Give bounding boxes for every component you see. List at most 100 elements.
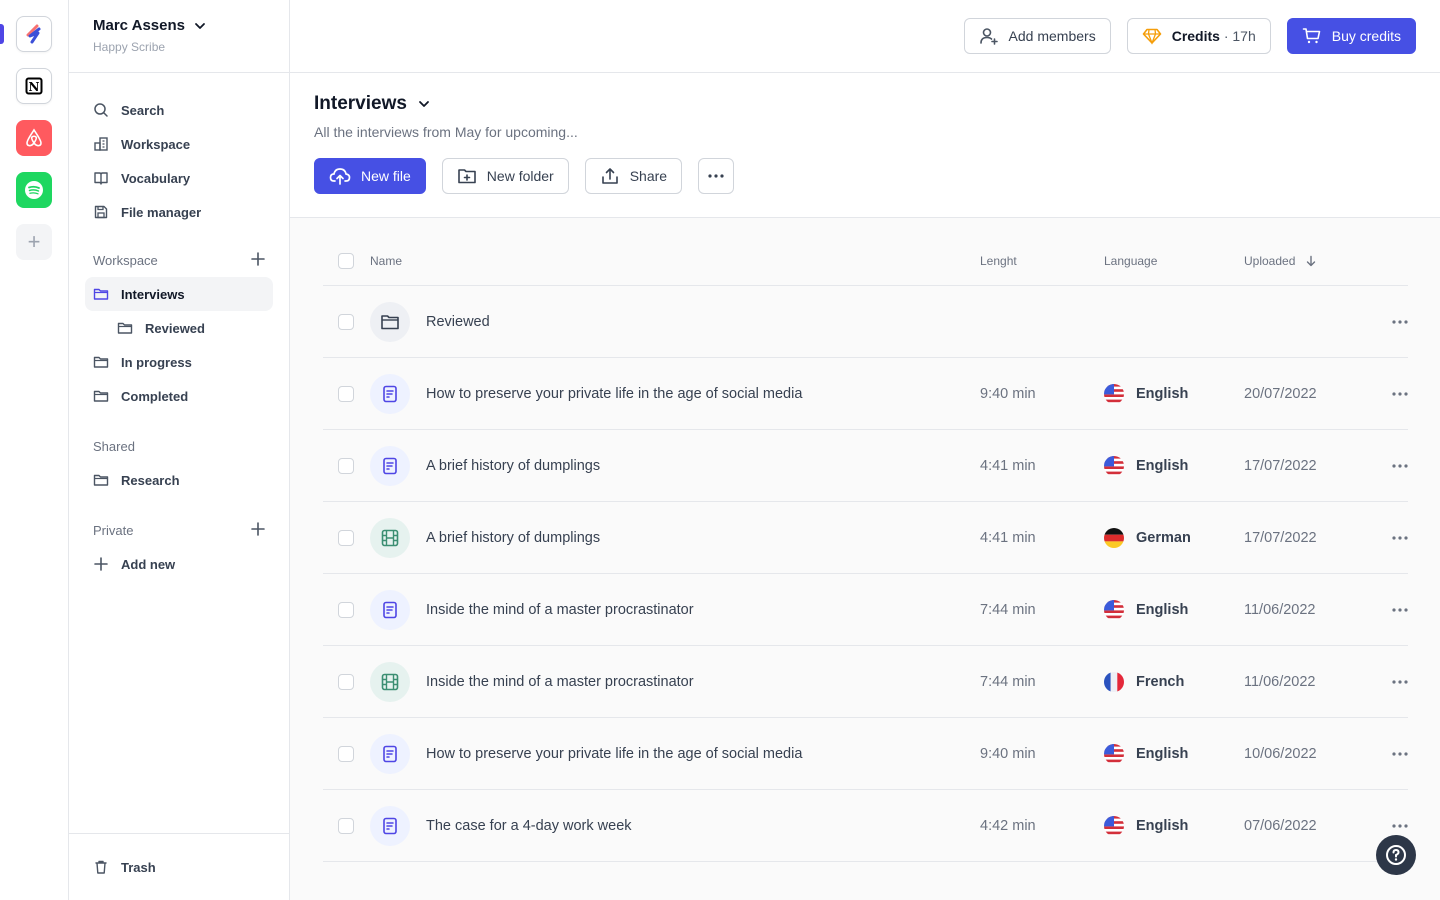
nav-file-manager[interactable]: File manager — [85, 195, 273, 229]
folder-research[interactable]: Research — [85, 463, 273, 497]
table-row[interactable]: Inside the mind of a master procrastinat… — [323, 646, 1408, 718]
row-more-button[interactable] — [1354, 535, 1408, 540]
video-icon — [370, 517, 410, 558]
svg-text:N: N — [29, 80, 40, 94]
folder-title-dropdown[interactable]: Interviews — [314, 93, 1440, 115]
user-name: Marc Assens — [93, 17, 185, 34]
folder-icon — [93, 354, 109, 370]
sidebar: Marc Assens Happy Scribe Search Workspac… — [69, 0, 290, 900]
app-spotify[interactable] — [16, 172, 52, 208]
app-happyscribe[interactable] — [16, 16, 52, 52]
nav-label: File manager — [121, 204, 202, 220]
row-more-button[interactable] — [1354, 751, 1408, 756]
cart-icon — [1302, 28, 1321, 44]
more-actions-button[interactable] — [698, 158, 735, 194]
row-name[interactable]: How to preserve your private life in the… — [426, 386, 802, 402]
add-new-button[interactable]: Add new — [85, 547, 273, 581]
nav-workspace[interactable]: Workspace — [85, 127, 273, 161]
add-workspace-folder-button[interactable] — [251, 250, 265, 271]
document-icon — [370, 733, 410, 774]
folder-label: Completed — [121, 388, 189, 404]
row-name[interactable]: A brief history of dumplings — [426, 530, 600, 546]
row-more-button[interactable] — [1354, 607, 1408, 612]
row-more-button[interactable] — [1354, 319, 1408, 324]
folder-icon — [93, 388, 109, 404]
buy-credits-button[interactable]: Buy credits — [1286, 18, 1416, 54]
nav-vocabulary[interactable]: Vocabulary — [85, 161, 273, 195]
add-app-button[interactable]: + — [16, 224, 52, 260]
row-checkbox[interactable] — [338, 601, 354, 618]
column-name[interactable]: Name — [370, 254, 980, 268]
document-icon — [370, 805, 410, 846]
private-section-header: Private — [85, 513, 273, 547]
folder-interviews[interactable]: Interviews — [85, 277, 273, 311]
cloud-upload-icon — [329, 168, 351, 185]
row-name[interactable]: Inside the mind of a master procrastinat… — [426, 674, 694, 690]
row-checkbox[interactable] — [338, 385, 354, 402]
folder-reviewed[interactable]: Reviewed — [85, 311, 273, 345]
row-uploaded: 11/06/2022 — [1244, 601, 1316, 618]
share-button[interactable]: Share — [584, 158, 683, 194]
row-checkbox[interactable] — [338, 673, 354, 690]
row-checkbox[interactable] — [338, 529, 354, 546]
row-checkbox[interactable] — [338, 817, 354, 834]
folder-header: Interviews All the interviews from May f… — [290, 73, 1440, 218]
row-name[interactable]: A brief history of dumplings — [426, 458, 600, 474]
row-more-button[interactable] — [1354, 679, 1408, 684]
app-airbnb[interactable] — [16, 120, 52, 156]
nav-search[interactable]: Search — [85, 93, 273, 127]
column-language[interactable]: Language — [1104, 254, 1244, 268]
new-file-button[interactable]: New file — [314, 158, 426, 194]
row-checkbox[interactable] — [338, 457, 354, 474]
table-row[interactable]: Inside the mind of a master procrastinat… — [323, 574, 1408, 646]
column-length[interactable]: Lenght — [980, 254, 1104, 268]
row-more-button[interactable] — [1354, 463, 1408, 468]
table-row[interactable]: How to preserve your private life in the… — [323, 358, 1408, 430]
help-button[interactable] — [1376, 835, 1416, 875]
row-length: 7:44 min — [980, 601, 1036, 618]
row-name[interactable]: The case for a 4-day work week — [426, 818, 632, 834]
spotify-logo-icon — [25, 181, 43, 199]
row-language: German — [1136, 529, 1191, 546]
document-icon — [370, 589, 410, 630]
row-name[interactable]: Inside the mind of a master procrastinat… — [426, 602, 694, 618]
add-private-folder-button[interactable] — [251, 520, 265, 541]
row-uploaded: 20/07/2022 — [1244, 385, 1317, 402]
new-folder-button[interactable]: New folder — [441, 158, 569, 194]
row-name[interactable]: Reviewed — [426, 314, 490, 330]
row-more-button[interactable] — [1354, 391, 1408, 396]
table-row[interactable]: A brief history of dumplings 4:41 min En… — [323, 430, 1408, 502]
add-members-button[interactable]: Add members — [963, 18, 1111, 54]
org-name: Happy Scribe — [93, 40, 166, 54]
add-members-label: Add members — [1008, 28, 1096, 44]
table-row[interactable]: The case for a 4-day work week 4:42 min … — [323, 790, 1408, 862]
column-uploaded[interactable]: Uploaded — [1244, 254, 1354, 268]
more-horizontal-icon — [1392, 319, 1408, 324]
share-label: Share — [629, 168, 668, 184]
app-notion[interactable]: N — [16, 68, 52, 104]
nav-trash[interactable]: Trash — [85, 850, 273, 884]
credits-button[interactable]: Credits · 17h — [1126, 18, 1271, 54]
section-title: Private — [93, 522, 134, 538]
folder-in-progress[interactable]: In progress — [85, 345, 273, 379]
folder-label: Reviewed — [145, 320, 205, 336]
folder-completed[interactable]: Completed — [85, 379, 273, 413]
plus-icon — [251, 251, 265, 266]
folder-description: All the interviews from May for upcoming… — [314, 124, 578, 140]
notion-logo-icon: N — [25, 77, 43, 95]
table-row[interactable]: How to preserve your private life in the… — [323, 718, 1408, 790]
user-plus-icon — [979, 28, 998, 45]
row-checkbox[interactable] — [338, 745, 354, 762]
row-checkbox[interactable] — [338, 313, 354, 330]
row-name[interactable]: How to preserve your private life in the… — [426, 746, 802, 762]
credits-value: · 17h — [1223, 28, 1256, 44]
select-all-checkbox[interactable] — [338, 252, 354, 269]
nav-label: Workspace — [121, 136, 191, 152]
folder-label: Research — [121, 472, 180, 488]
section-title: Workspace — [93, 252, 158, 268]
table-row[interactable]: A brief history of dumplings 4:41 min Ge… — [323, 502, 1408, 574]
table-row[interactable]: Reviewed — [323, 286, 1408, 358]
row-length: 4:41 min — [980, 457, 1036, 474]
account-switcher[interactable]: Marc Assens Happy Scribe — [69, 0, 289, 73]
row-more-button[interactable] — [1354, 823, 1408, 828]
